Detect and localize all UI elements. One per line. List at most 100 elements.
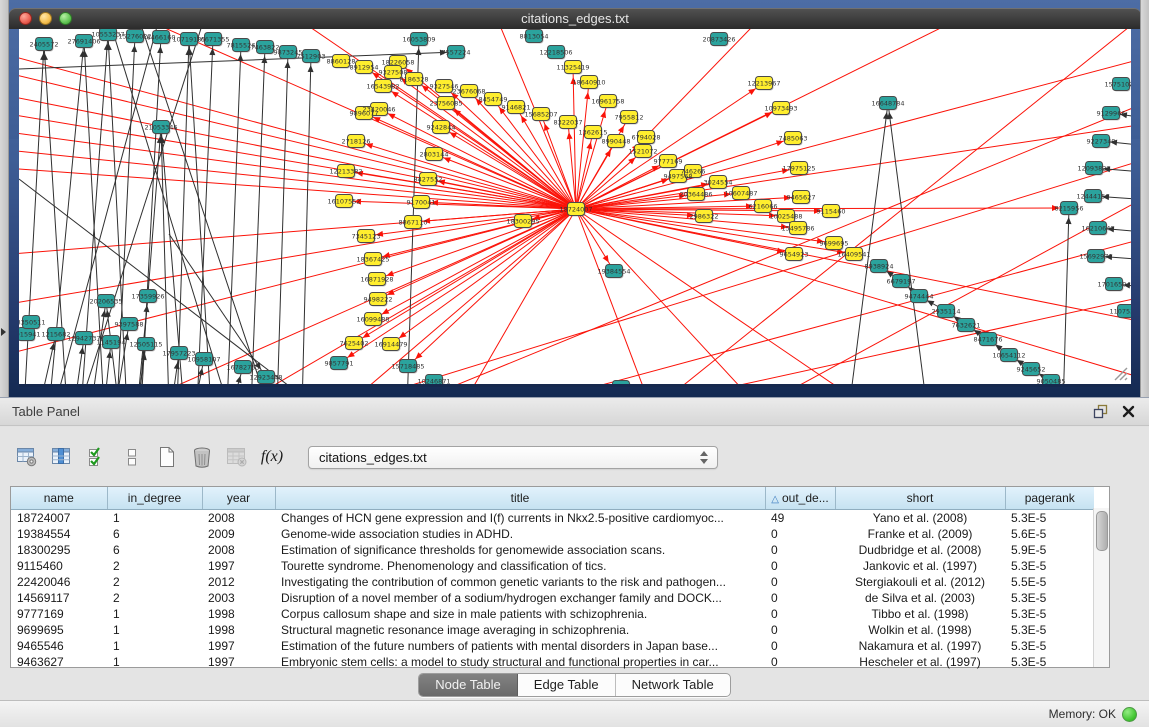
column-header-in_degree[interactable]: in_degree	[107, 487, 202, 510]
table-cell-title[interactable]: Changes of HCN gene expression and I(f) …	[275, 510, 765, 527]
graph-edge[interactable]	[407, 39, 419, 385]
graph-edge[interactable]	[576, 49, 1131, 209]
table-cell-year[interactable]: 1997	[202, 654, 275, 670]
table-cell-in_degree[interactable]: 6	[107, 542, 202, 558]
column-header-title[interactable]: title	[275, 487, 765, 510]
table-cell-out_degree[interactable]: 0	[765, 654, 835, 670]
table-cell-in_degree[interactable]: 6	[107, 526, 202, 542]
table-cell-pagerank[interactable]: 5.9E-5	[1005, 542, 1094, 558]
table-cell-year[interactable]: 2008	[202, 542, 275, 558]
function-builder-button[interactable]: f(x)	[259, 444, 285, 470]
table-scrollbar-thumb[interactable]	[1096, 511, 1108, 551]
table-cell-out_degree[interactable]: 0	[765, 590, 835, 606]
table-cell-short[interactable]: Hescheler et al. (1997)	[835, 654, 1005, 670]
table-cell-out_degree[interactable]: 0	[765, 638, 835, 654]
table-cell-title[interactable]: Estimation of the future numbers of pati…	[275, 638, 765, 654]
graph-edge[interactable]	[576, 194, 696, 209]
table-row[interactable]: 1938455462009Genome-wide association stu…	[11, 526, 1094, 542]
zoom-window-button[interactable]	[59, 12, 72, 25]
table-cell-out_degree[interactable]: 0	[765, 622, 835, 638]
table-cell-title[interactable]: Corpus callosum shape and size in male p…	[275, 606, 765, 622]
graph-edge[interactable]	[177, 39, 189, 385]
network-svg[interactable]: 1872400724055722769140610553237152760226…	[19, 29, 1131, 385]
graph-edge[interactable]	[849, 103, 888, 385]
float-panel-icon[interactable]	[1093, 404, 1108, 419]
resize-grip-icon[interactable]	[1111, 364, 1129, 382]
table-cell-in_degree[interactable]: 2	[107, 574, 202, 590]
table-cell-pagerank[interactable]: 5.3E-5	[1005, 606, 1094, 622]
table-cell-pagerank[interactable]: 5.3E-5	[1005, 558, 1094, 574]
table-cell-name[interactable]: 9699695	[11, 622, 107, 638]
table-cell-in_degree[interactable]: 1	[107, 638, 202, 654]
table-cell-year[interactable]: 1998	[202, 606, 275, 622]
graph-edge[interactable]	[19, 209, 576, 259]
table-cell-in_degree[interactable]: 1	[107, 606, 202, 622]
table-cell-out_degree[interactable]: 49	[765, 510, 835, 527]
graph-edge[interactable]	[576, 209, 1131, 329]
table-cell-name[interactable]: 18724007	[11, 510, 107, 527]
table-combobox[interactable]: citations_edges.txt	[308, 446, 718, 469]
table-cell-in_degree[interactable]: 2	[107, 590, 202, 606]
table-cell-year[interactable]: 2003	[202, 590, 275, 606]
tab-network-table[interactable]: Network Table	[616, 674, 730, 696]
table-cell-title[interactable]: Investigating the contribution of common…	[275, 574, 765, 590]
column-header-name[interactable]: name	[11, 487, 107, 510]
table-cell-name[interactable]: 9463627	[11, 654, 107, 670]
table-cell-name[interactable]: 22420046	[11, 574, 107, 590]
table-cell-out_degree[interactable]: 0	[765, 542, 835, 558]
graph-edge[interactable]	[251, 47, 265, 385]
table-cell-name[interactable]: 9115460	[11, 558, 107, 574]
table-cell-short[interactable]: Dudbridge et al. (2008)	[835, 542, 1005, 558]
table-cell-short[interactable]: Nakamura et al. (1997)	[835, 638, 1005, 654]
table-cell-year[interactable]: 2009	[202, 526, 275, 542]
new-table-button[interactable]	[154, 444, 180, 470]
tab-node-table[interactable]: Node Table	[419, 674, 518, 696]
table-cell-short[interactable]: Wolkin et al. (1998)	[835, 622, 1005, 638]
graph-edge[interactable]	[576, 209, 1131, 385]
table-cell-short[interactable]: Jankovic et al. (1997)	[835, 558, 1005, 574]
graph-edge[interactable]	[576, 209, 779, 385]
table-cell-short[interactable]: Tibbo et al. (1998)	[835, 606, 1005, 622]
column-header-year[interactable]: year	[202, 487, 275, 510]
table-cell-pagerank[interactable]: 5.3E-5	[1005, 622, 1094, 638]
graph-edge[interactable]	[888, 103, 927, 385]
graph-edge[interactable]	[373, 209, 576, 259]
table-scrollbar[interactable]	[1093, 508, 1109, 667]
table-cell-title[interactable]: Estimation of significance thresholds fo…	[275, 542, 765, 558]
table-cell-title[interactable]: Genome-wide association studies in ADHD.	[275, 526, 765, 542]
minimize-window-button[interactable]	[39, 12, 52, 25]
table-settings-button[interactable]	[14, 444, 40, 470]
table-cell-name[interactable]: 19384554	[11, 526, 107, 542]
graph-edge[interactable]	[227, 45, 241, 385]
table-cell-title[interactable]: Embryonic stem cells: a model to study s…	[275, 654, 765, 670]
table-cell-out_degree[interactable]: 0	[765, 574, 835, 590]
table-cell-name[interactable]: 9777169	[11, 606, 107, 622]
table-cell-in_degree[interactable]: 2	[107, 558, 202, 574]
graph-edge[interactable]	[277, 52, 288, 385]
table-cell-short[interactable]: de Silva et al. (2003)	[835, 590, 1005, 606]
graph-edge[interactable]	[19, 104, 576, 209]
table-cell-in_degree[interactable]: 1	[107, 654, 202, 670]
column-header-pagerank[interactable]: pagerank	[1005, 487, 1094, 510]
table-row[interactable]: 946554611997Estimation of the future num…	[11, 638, 1094, 654]
tab-edge-table[interactable]: Edge Table	[518, 674, 616, 696]
table-cell-title[interactable]: Structural magnetic resonance image aver…	[275, 622, 765, 638]
hide-columns-button[interactable]	[119, 444, 145, 470]
table-row[interactable]: 946362711997Embryonic stem cells: a mode…	[11, 654, 1094, 670]
table-cell-in_degree[interactable]: 1	[107, 622, 202, 638]
table-cell-pagerank[interactable]: 5.3E-5	[1005, 590, 1094, 606]
table-cell-in_degree[interactable]: 1	[107, 510, 202, 527]
show-columns-button[interactable]	[84, 444, 110, 470]
table-row[interactable]: 1456911722003Disruption of a novel membe…	[11, 590, 1094, 606]
table-cell-short[interactable]: Stergiakouli et al. (2012)	[835, 574, 1005, 590]
table-row[interactable]: 911546021997Tourette syndrome. Phenomeno…	[11, 558, 1094, 574]
graph-edge[interactable]	[117, 36, 135, 385]
table-cell-out_degree[interactable]: 0	[765, 526, 835, 542]
close-window-button[interactable]	[19, 12, 32, 25]
table-cell-out_degree[interactable]: 0	[765, 606, 835, 622]
graph-edge[interactable]	[383, 86, 576, 209]
column-header-short[interactable]: short	[835, 487, 1005, 510]
graph-edge[interactable]	[115, 324, 129, 385]
table-cell-pagerank[interactable]: 5.5E-5	[1005, 574, 1094, 590]
table-cell-title[interactable]: Tourette syndrome. Phenomenology and cla…	[275, 558, 765, 574]
